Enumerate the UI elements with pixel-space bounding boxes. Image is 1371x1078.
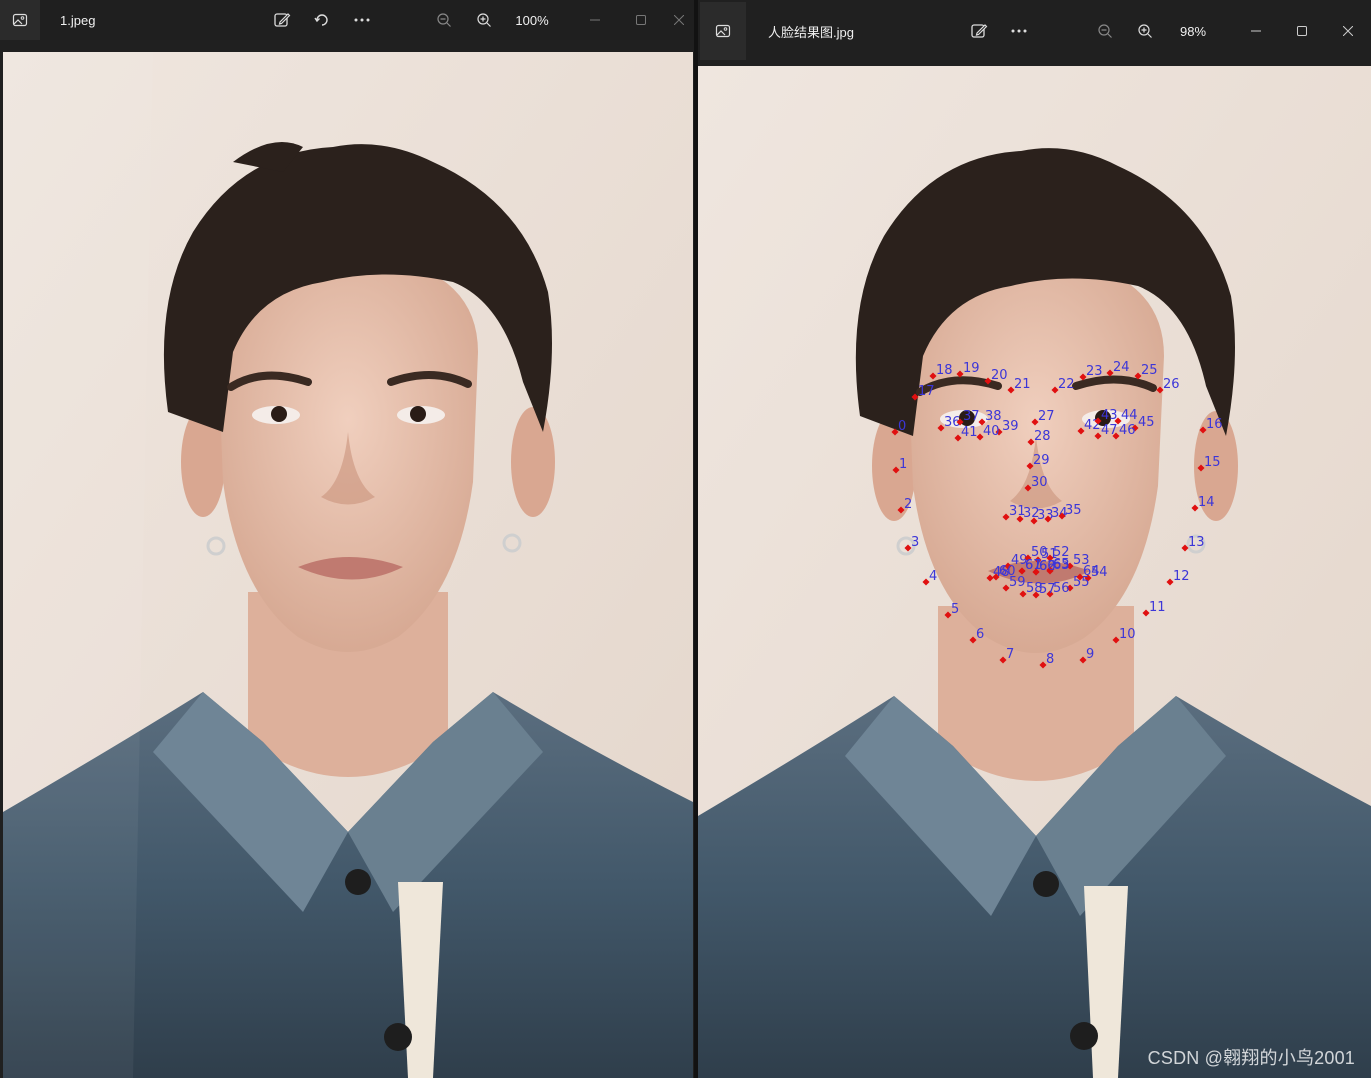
minimize-icon[interactable] — [1233, 11, 1279, 51]
landmark-result-photo — [698, 66, 1371, 1078]
zoom-out-icon[interactable] — [424, 0, 464, 40]
portrait-photo — [3, 52, 693, 1078]
image-icon[interactable] — [0, 0, 40, 40]
edit-icon[interactable] — [959, 11, 999, 51]
rotate-icon[interactable] — [302, 0, 342, 40]
zoom-out-icon[interactable] — [1085, 11, 1125, 51]
zoom-level[interactable]: 100% — [504, 13, 560, 28]
zoom-level[interactable]: 98% — [1165, 24, 1221, 39]
close-icon[interactable] — [664, 0, 694, 40]
minimize-icon[interactable] — [572, 0, 618, 40]
maximize-icon[interactable] — [1279, 11, 1325, 51]
file-name: 人脸结果图.jpg — [768, 24, 854, 40]
more-icon[interactable] — [999, 11, 1039, 51]
photos-window-original: 1.jpeg 100% — [0, 0, 694, 1078]
image-icon[interactable] — [700, 2, 746, 60]
more-icon[interactable] — [342, 0, 382, 40]
zoom-in-icon[interactable] — [464, 0, 504, 40]
edit-icon[interactable] — [262, 0, 302, 40]
titlebar: 人脸结果图.jpg 98% — [698, 0, 1371, 62]
close-icon[interactable] — [1325, 11, 1371, 51]
photos-window-result: 人脸结果图.jpg 98% 0 1 2 3 4 5 6 7 8 9 10 11 … — [698, 0, 1371, 1078]
file-name: 1.jpeg — [60, 12, 96, 28]
maximize-icon[interactable] — [618, 0, 664, 40]
zoom-in-icon[interactable] — [1125, 11, 1165, 51]
watermark: CSDN @翱翔的小鸟2001 — [1147, 1048, 1355, 1068]
titlebar: 1.jpeg 100% — [0, 0, 694, 40]
